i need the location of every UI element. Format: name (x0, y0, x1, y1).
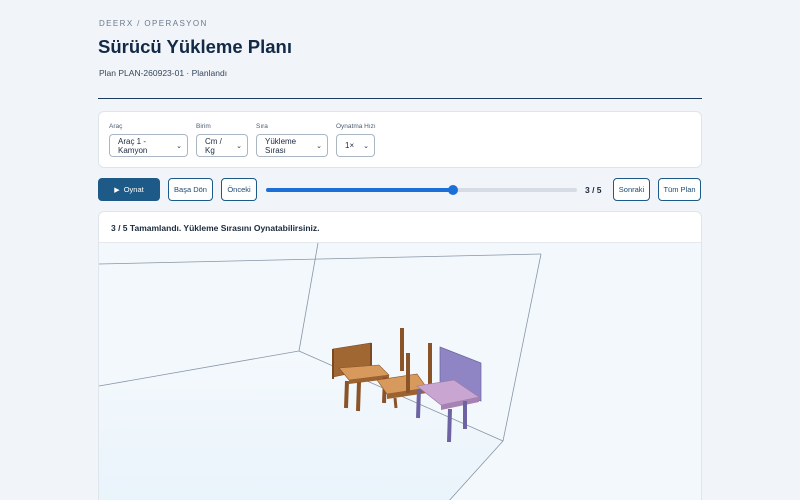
next-button[interactable]: Sonraki (613, 178, 650, 201)
chevron-down-icon: ⌄ (363, 142, 369, 150)
all-plan-button[interactable]: Tüm Plan (658, 178, 701, 201)
viewer-status: 3 / 5 Tamamlandı. Yükleme Sırasını Oynat… (111, 223, 320, 233)
step-slider-fill (266, 188, 453, 192)
filter-card: Araç Araç 1 - Kamyon ⌄ Birim Cm / Kg ⌄ S… (98, 111, 702, 168)
unit-filter-label: Birim (196, 123, 211, 130)
vehicle-select[interactable]: Araç 1 - Kamyon ⌄ (109, 134, 188, 157)
step-slider[interactable] (266, 185, 577, 195)
step-counter: 3 / 5 (585, 185, 602, 195)
vehicle-select-value: Araç 1 - Kamyon (118, 136, 148, 155)
speed-filter: Oynatma Hızı 1× ⌄ (336, 123, 376, 157)
speed-filter-label: Oynatma Hızı (336, 123, 376, 130)
play-button-label: Oynat (123, 185, 144, 194)
order-filter: Sıra Yükleme Sırası ⌄ (256, 123, 328, 157)
vehicle-filter-label: Araç (109, 123, 123, 130)
chevron-down-icon: ⌄ (236, 142, 242, 150)
chevron-down-icon: ⌄ (176, 142, 182, 150)
step-slider-thumb[interactable] (447, 185, 458, 195)
breadcrumb: DEERX / OPERASYON (99, 19, 208, 28)
unit-select-value: Cm / Kg (205, 136, 222, 155)
unit-select[interactable]: Cm / Kg ⌄ (196, 134, 248, 157)
chevron-down-icon: ⌄ (316, 142, 322, 150)
play-icon: ▶ (114, 186, 120, 194)
speed-select-value: 1× (345, 141, 355, 150)
prev-button[interactable]: Önceki (221, 178, 257, 201)
viewer-card: 3 / 5 Tamamlandı. Yükleme Sırasını Oynat… (98, 211, 702, 500)
vehicle-filter: Araç Araç 1 - Kamyon ⌄ (109, 123, 188, 157)
reset-button[interactable]: Başa Dön (168, 178, 213, 201)
order-filter-label: Sıra (256, 123, 268, 130)
plan-meta: Plan PLAN-260923-01 · Planlandı (99, 68, 228, 78)
unit-filter: Birim Cm / Kg ⌄ (196, 123, 248, 157)
order-select[interactable]: Yükleme Sırası ⌄ (256, 134, 328, 157)
page-title: Sürücü Yükleme Planı (98, 36, 292, 57)
speed-select[interactable]: 1× ⌄ (336, 134, 375, 157)
order-select-value: Yükleme Sırası (265, 136, 297, 155)
header-divider (98, 98, 702, 99)
play-button[interactable]: ▶ Oynat (98, 178, 160, 201)
cargo-3d-scene[interactable] (99, 243, 702, 500)
